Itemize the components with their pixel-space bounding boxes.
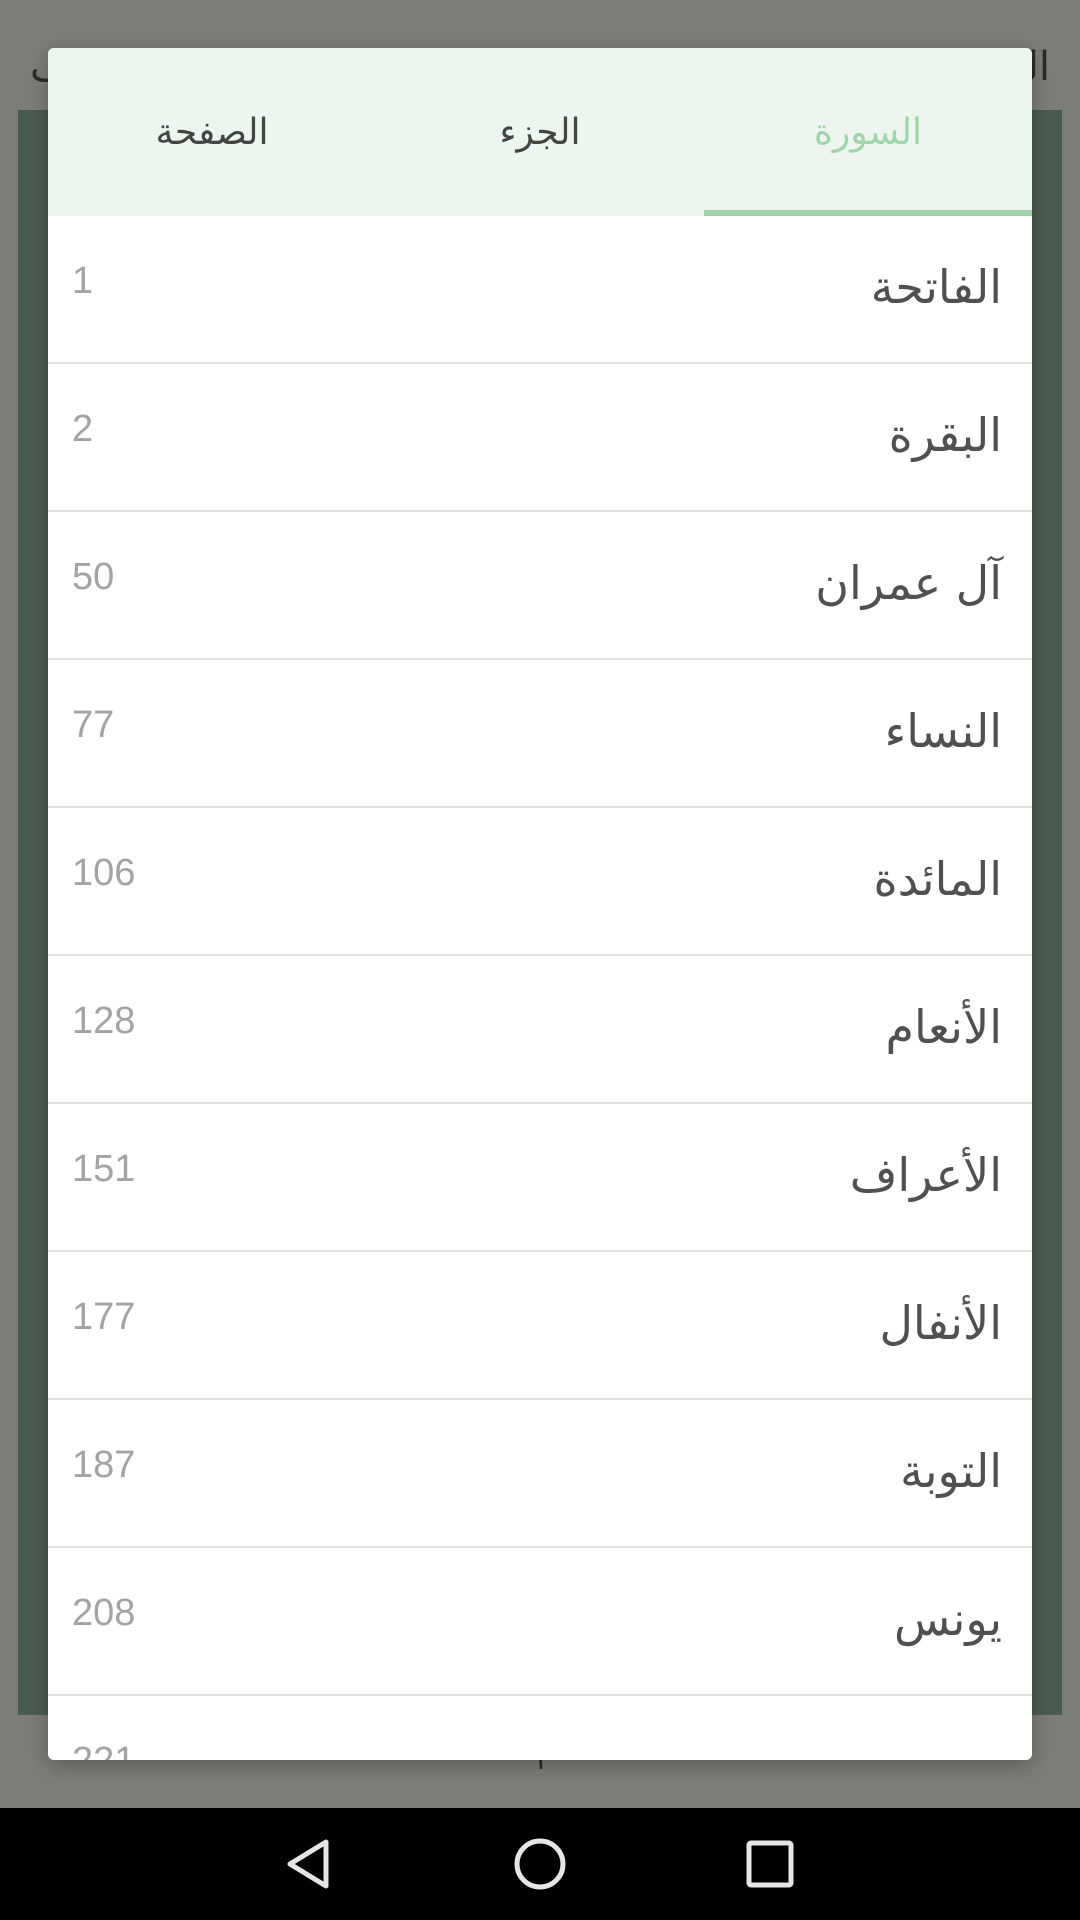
surah-page-number: 208 bbox=[72, 1592, 136, 1634]
back-icon bbox=[287, 1839, 329, 1889]
surah-row-hud[interactable]: 221 هود bbox=[48, 1696, 1032, 1760]
surah-page-number: 50 bbox=[72, 556, 115, 598]
surah-list[interactable]: 1 الفاتحة 2 البقرة 50 آل عمران 77 النساء… bbox=[48, 216, 1032, 1760]
home-icon bbox=[514, 1838, 566, 1890]
navigation-bar bbox=[0, 1808, 1080, 1920]
surah-name: الفاتحة bbox=[870, 260, 1002, 314]
surah-name: الأنعام bbox=[885, 1000, 1002, 1054]
surah-page-number: 221 bbox=[72, 1740, 135, 1760]
surah-page-number: 2 bbox=[72, 408, 94, 450]
recents-icon bbox=[746, 1840, 794, 1888]
surah-page-number: 187 bbox=[72, 1444, 136, 1486]
index-dialog: السورة الجزء الصفحة 1 الفاتحة 2 البقرة 5… bbox=[48, 48, 1032, 1760]
surah-name: التوبة bbox=[900, 1444, 1002, 1498]
surah-row-al-imran[interactable]: 50 آل عمران bbox=[48, 512, 1032, 660]
screen: ف الم ١ السورة الجزء الصفحة 1 الفاتحة 2 … bbox=[0, 0, 1080, 1920]
surah-page-number: 1 bbox=[72, 260, 94, 302]
tab-juz[interactable]: الجزء bbox=[376, 48, 704, 216]
surah-row-al-anam[interactable]: 128 الأنعام bbox=[48, 956, 1032, 1104]
surah-name: يونس bbox=[893, 1592, 1002, 1646]
surah-name: آل عمران bbox=[815, 556, 1002, 610]
surah-row-al-fatiha[interactable]: 1 الفاتحة bbox=[48, 216, 1032, 364]
index-tabs: السورة الجزء الصفحة bbox=[48, 48, 1032, 216]
surah-row-yunus[interactable]: 208 يونس bbox=[48, 1548, 1032, 1696]
nav-back-button[interactable] bbox=[195, 1808, 425, 1920]
surah-name: النساء bbox=[884, 704, 1002, 758]
surah-row-al-baqara[interactable]: 2 البقرة bbox=[48, 364, 1032, 512]
surah-row-at-tawba[interactable]: 187 التوبة bbox=[48, 1400, 1032, 1548]
surah-name: الأنفال bbox=[879, 1296, 1002, 1350]
surah-row-al-araf[interactable]: 151 الأعراف bbox=[48, 1104, 1032, 1252]
surah-name: البقرة bbox=[888, 408, 1002, 462]
surah-row-al-maida[interactable]: 106 المائدة bbox=[48, 808, 1032, 956]
surah-page-number: 177 bbox=[72, 1296, 136, 1338]
surah-name: هود bbox=[933, 1740, 1002, 1760]
surah-row-al-anfal[interactable]: 177 الأنفال bbox=[48, 1252, 1032, 1400]
surah-page-number: 77 bbox=[72, 704, 115, 746]
nav-home-button[interactable] bbox=[425, 1808, 655, 1920]
surah-name: الأعراف bbox=[849, 1148, 1002, 1202]
surah-row-an-nisa[interactable]: 77 النساء bbox=[48, 660, 1032, 808]
surah-page-number: 128 bbox=[72, 1000, 136, 1042]
nav-recents-button[interactable] bbox=[655, 1808, 885, 1920]
surah-page-number: 151 bbox=[72, 1148, 136, 1190]
tab-surah[interactable]: السورة bbox=[704, 48, 1032, 216]
tab-page[interactable]: الصفحة bbox=[48, 48, 376, 216]
surah-name: المائدة bbox=[873, 852, 1002, 906]
surah-page-number: 106 bbox=[72, 852, 136, 894]
